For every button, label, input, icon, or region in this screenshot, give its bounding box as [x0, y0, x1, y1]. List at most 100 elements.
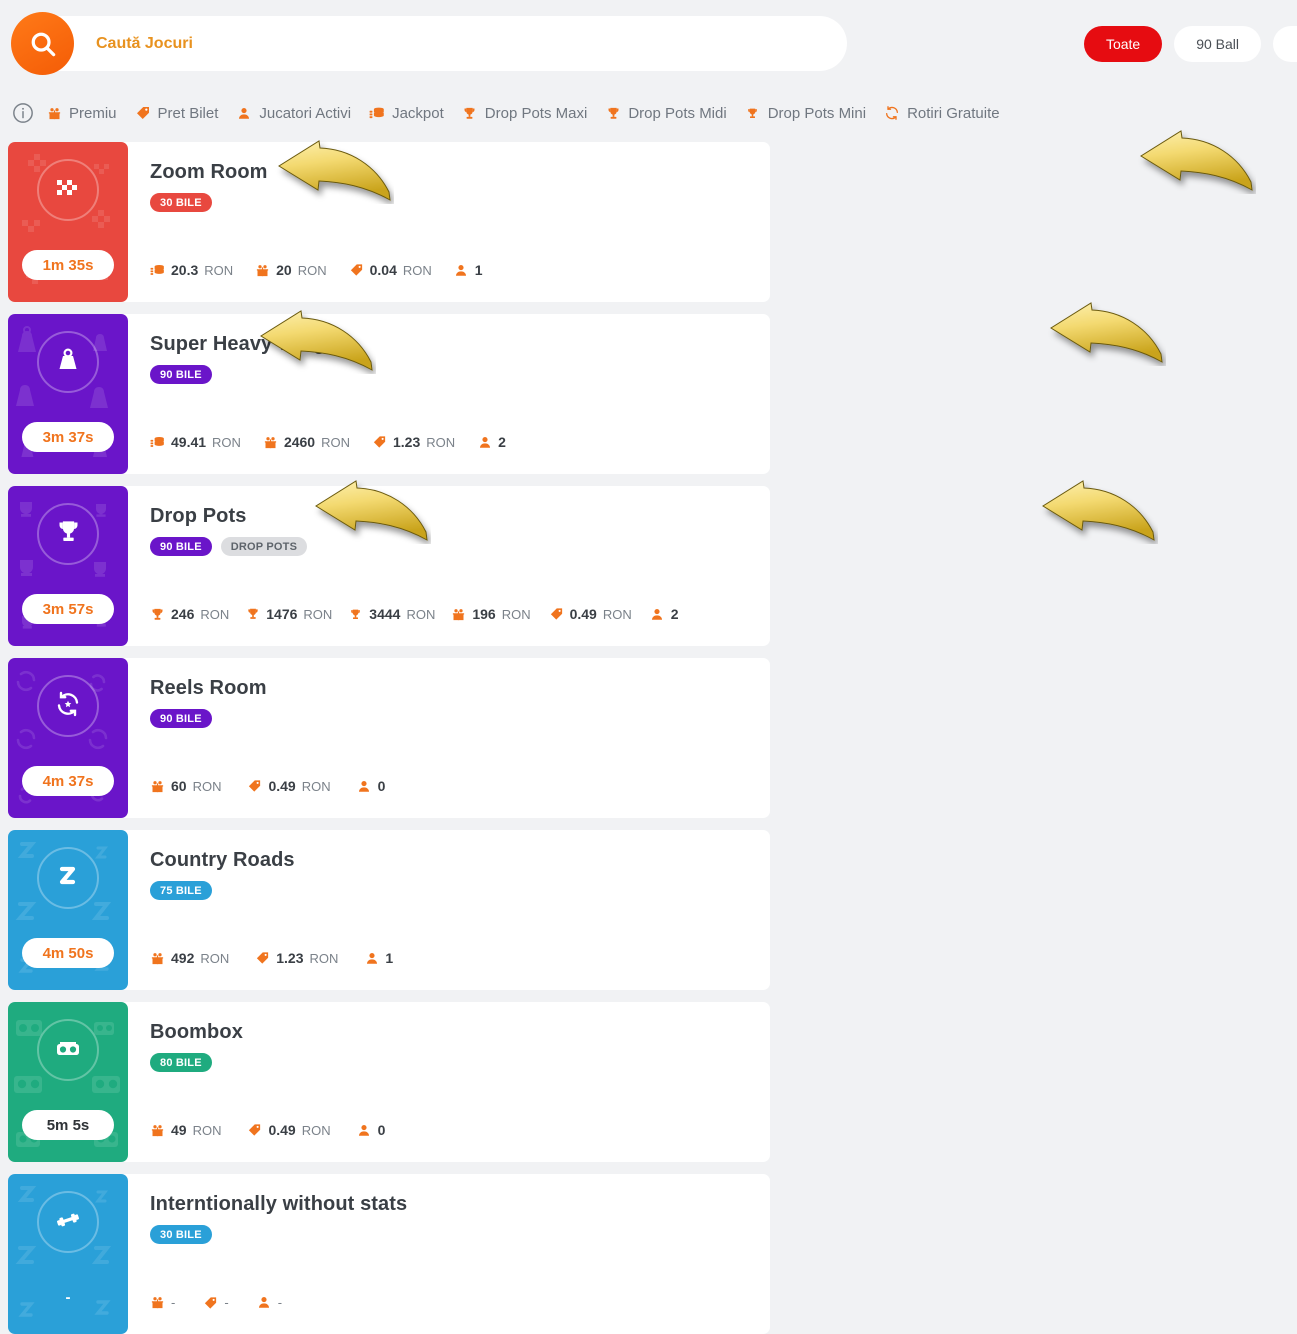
- game-icon-ring: [37, 159, 99, 221]
- legend-label: Jucatori Activi: [259, 104, 352, 122]
- legend-item-drop-pots-mini[interactable]: Drop Pots Mini: [745, 105, 866, 122]
- stat-jucatori: 2: [477, 434, 506, 450]
- game-stats: 60 RON 0.49 RON 0: [150, 778, 407, 794]
- stat-value: 246: [171, 606, 195, 622]
- bile-badge: 30 BILE: [150, 1225, 212, 1244]
- stat-premiu: 492 RON: [150, 950, 229, 966]
- game-card[interactable]: - Interntionally without stats 30 BILE -…: [8, 1174, 770, 1334]
- ticket-icon: [247, 779, 262, 794]
- stat-jucatori: 1: [364, 950, 393, 966]
- stat-premiu: 49 RON: [150, 1122, 221, 1138]
- game-card-body: Zoom Room 30 BILE 20.3 RON 20 RON 0.04 R…: [128, 142, 770, 302]
- game-card[interactable]: 5m 5s Boombox 80 BILE 49 RON 0.49 RON 0: [8, 1002, 770, 1162]
- user-icon: [454, 263, 469, 278]
- ticket-icon: [135, 105, 151, 121]
- stat-value: 0: [377, 778, 386, 794]
- game-title: Interntionally without stats: [150, 1193, 408, 1215]
- legend-item-rotiri-gratuite[interactable]: Rotiri Gratuite: [884, 105, 1000, 122]
- bile-badge: 30 BILE: [150, 193, 212, 212]
- ticket-icon: [372, 435, 387, 450]
- stat-pret-bilet: 0.49 RON: [549, 606, 632, 622]
- stat-value: -: [171, 1295, 176, 1310]
- game-icon-ring: [37, 331, 99, 393]
- stat-currency: RON: [301, 1122, 331, 1138]
- user-icon: [364, 951, 379, 966]
- info-icon[interactable]: [10, 100, 36, 126]
- ticket-icon: [247, 1123, 262, 1138]
- game-card[interactable]: 3m 57s Drop Pots 90 BILE DROP POTS 246 R…: [8, 486, 770, 646]
- search-input[interactable]: [96, 16, 836, 71]
- stat-drop-pots-maxi: 246 RON: [150, 606, 229, 622]
- trophy-icon: [55, 518, 82, 550]
- stat-premiu: 196 RON: [451, 606, 531, 622]
- stat-currency: RON: [402, 262, 432, 278]
- game-thumbnail: 3m 57s: [8, 486, 128, 646]
- stat-currency: RON: [297, 262, 327, 278]
- stat-jucatori: 0: [357, 1122, 385, 1138]
- bile-badge: 90 BILE: [150, 365, 212, 384]
- stat-value: -: [277, 1295, 283, 1310]
- stat-pret-bilet: 0.49 RON: [247, 778, 331, 794]
- search-bar[interactable]: [11, 12, 847, 75]
- legend-item-jucatori-activi[interactable]: Jucatori Activi: [236, 105, 351, 122]
- gift-icon: [150, 1123, 165, 1138]
- stat-value: 49: [171, 1122, 187, 1138]
- filter-toate-button[interactable]: Toate: [1083, 26, 1163, 62]
- legend-label: Pret Bilet: [157, 104, 219, 122]
- stat-value: 1.23: [392, 434, 421, 450]
- legend-item-premiu[interactable]: Premiu: [46, 105, 117, 122]
- game-card[interactable]: 3m 37s Super Heavy Weight 90 BILE 49.41 …: [8, 314, 770, 474]
- filter-buttons: Toate 90 Ball: [1083, 26, 1297, 62]
- search-icon[interactable]: [11, 12, 74, 75]
- stat-currency: RON: [212, 434, 241, 450]
- stat-currency: RON: [301, 778, 331, 794]
- legend-item-pret-bilet[interactable]: Pret Bilet: [135, 104, 219, 122]
- game-stats: 49 RON 0.49 RON 0: [150, 1122, 407, 1138]
- game-card[interactable]: 4m 50s Country Roads 75 BILE 492 RON 1.2…: [8, 830, 770, 990]
- game-title: Super Heavy Weight: [150, 333, 345, 355]
- legend-item-drop-pots-midi[interactable]: Drop Pots Midi: [605, 105, 727, 122]
- stat-value: 1.23: [276, 950, 304, 966]
- game-card[interactable]: 4m 37s Reels Room 90 BILE 60 RON 0.49 RO…: [8, 658, 770, 818]
- game-badges: 30 BILE: [150, 193, 770, 212]
- game-timer: 4m 37s: [22, 766, 114, 796]
- bile-badge: 75 BILE: [150, 881, 212, 900]
- game-card-body: Boombox 80 BILE 49 RON 0.49 RON 0: [128, 1002, 770, 1162]
- stat-value: 1: [474, 262, 483, 278]
- game-timer: 5m 5s: [22, 1110, 114, 1140]
- stat-jackpot: 49.41 RON: [150, 434, 241, 450]
- game-icon-ring: [37, 1019, 99, 1081]
- stat-jucatori: -: [257, 1295, 282, 1310]
- game-thumbnail: 1m 35s: [8, 142, 128, 302]
- game-timer: 3m 37s: [22, 422, 114, 452]
- stat-value: 49.41: [171, 434, 207, 450]
- game-timer: -: [65, 1289, 71, 1306]
- stat-value: 1: [385, 950, 394, 966]
- legend-bar: Premiu Pret Bilet Jucatori Activi Jackpo…: [0, 96, 1297, 130]
- stat-currency: RON: [426, 434, 456, 450]
- coins-icon: [150, 263, 165, 278]
- game-card-body: Country Roads 75 BILE 492 RON 1.23 RON 1: [128, 830, 770, 990]
- stat-value: 1476: [266, 606, 298, 622]
- bile-badge: 80 BILE: [150, 1053, 212, 1072]
- legend-item-jackpot[interactable]: Jackpot: [369, 105, 444, 122]
- stat-value: 2: [498, 434, 506, 450]
- drop-pots-badge: DROP POTS: [220, 537, 308, 556]
- user-icon: [257, 1295, 272, 1310]
- filter-90ball-button[interactable]: 90 Ball: [1174, 26, 1261, 62]
- weight-icon: [54, 346, 82, 379]
- stat-value: 20.3: [171, 262, 199, 278]
- stat-value: 0.49: [268, 1122, 296, 1138]
- stat-currency: RON: [501, 606, 531, 622]
- refresh-star-icon: [54, 690, 82, 723]
- legend-item-drop-pots-maxi[interactable]: Drop Pots Maxi: [462, 104, 588, 122]
- stat-value: 2: [670, 606, 679, 622]
- stat-pret-bilet: 0.49 RON: [247, 1122, 331, 1138]
- game-card[interactable]: 1m 35s Zoom Room 30 BILE 20.3 RON 20 RON: [8, 142, 770, 302]
- legend-label: Rotiri Gratuite: [907, 104, 1000, 122]
- game-stats: 492 RON 1.23 RON 1: [150, 950, 415, 966]
- game-card-body: Reels Room 90 BILE 60 RON 0.49 RON 0: [128, 658, 770, 818]
- filter-partial-button[interactable]: [1273, 26, 1297, 62]
- game-stats: - - -: [150, 1295, 304, 1310]
- legend-label: Drop Pots Maxi: [484, 104, 588, 122]
